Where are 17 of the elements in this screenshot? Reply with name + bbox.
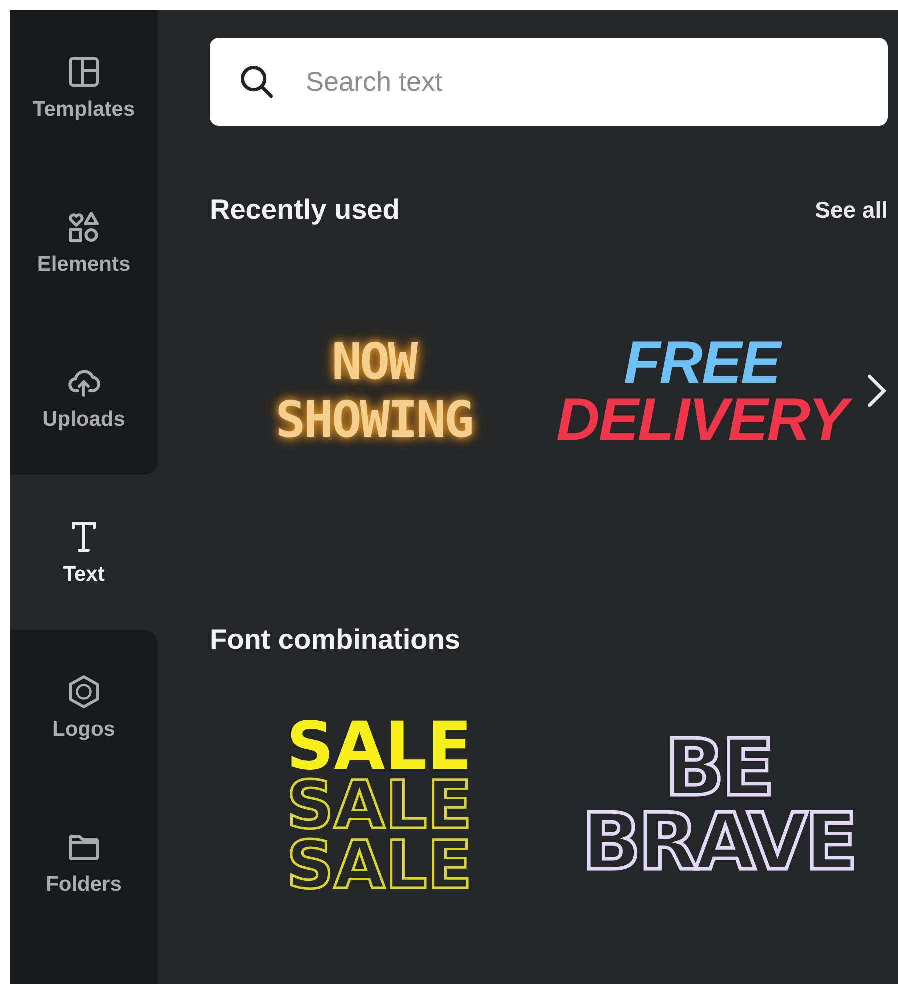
section-heading: Recently used bbox=[210, 194, 400, 226]
sidebar-tab[interactable]: Logos bbox=[10, 630, 158, 785]
sidebar-tab[interactable]: Folders bbox=[10, 785, 158, 940]
sidebar-tab[interactable]: Elements bbox=[10, 165, 158, 320]
sidebar-tab[interactable]: Text bbox=[10, 475, 158, 630]
see-all-link[interactable]: See all bbox=[815, 196, 888, 224]
sidebar-tab[interactable]: Uploads bbox=[10, 320, 158, 475]
text-style-preview[interactable]: FREE DELIVERY bbox=[538, 334, 866, 448]
text-style-preview[interactable]: NOW SHOWING bbox=[210, 333, 538, 449]
search-field[interactable]: Search text bbox=[210, 38, 888, 126]
section-heading: Font combinations bbox=[210, 624, 460, 656]
text-style-preview[interactable]: SALE SALE SALE bbox=[210, 716, 549, 896]
text-style-preview[interactable]: BE BRAVE bbox=[549, 732, 888, 880]
search-icon bbox=[238, 63, 276, 101]
sidebar-tab[interactable]: Templates bbox=[10, 10, 158, 165]
logo-badge-icon bbox=[66, 674, 102, 710]
chevron-right-icon[interactable] bbox=[866, 373, 888, 409]
